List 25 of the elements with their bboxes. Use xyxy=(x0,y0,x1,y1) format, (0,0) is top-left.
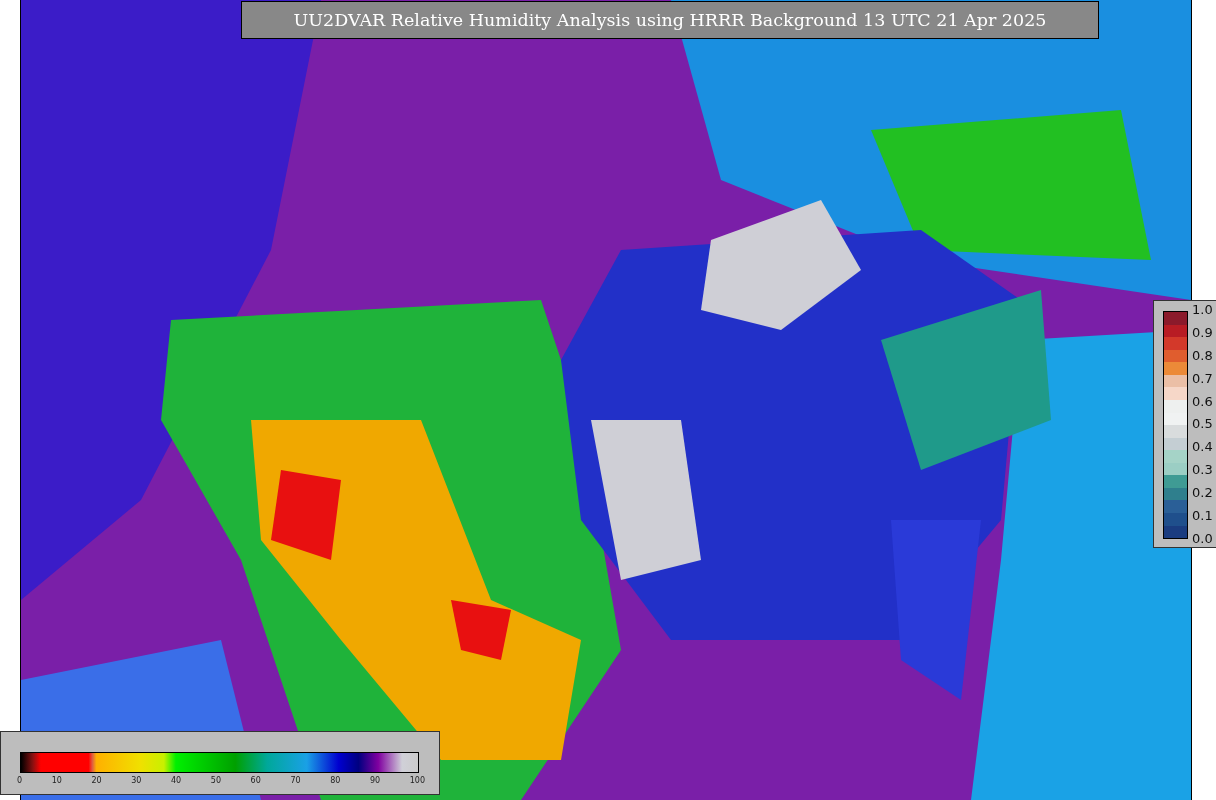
colorbar-icon xyxy=(20,752,419,773)
colorbar-icon xyxy=(1163,311,1188,539)
colorbar-label: 0 xyxy=(17,776,23,785)
colorbar-label: 0.7 xyxy=(1192,370,1213,387)
colorbar-label: 1.0 xyxy=(1192,302,1213,318)
colorbar-label: 50 xyxy=(210,776,221,785)
colorbar-label: 0.2 xyxy=(1192,485,1213,502)
colorbar-label: 0.6 xyxy=(1192,393,1213,410)
colorbar-label: 0.1 xyxy=(1192,508,1213,524)
colorbar-label: 0.8 xyxy=(1192,347,1213,364)
colorbar-label: 70 xyxy=(290,776,301,785)
map-title: UU2DVAR Relative Humidity Analysis using HRRR Background 13 UTC 21 Apr 2025 xyxy=(241,1,1099,39)
colorbar-label: 0.9 xyxy=(1192,324,1213,341)
colorbar-label: 0.5 xyxy=(1192,416,1213,433)
colorbar-label: 0.3 xyxy=(1192,462,1213,479)
colorbar-label: 60 xyxy=(250,776,261,785)
colorbar-label: 40 xyxy=(171,776,182,785)
colorbar-label: 100 xyxy=(409,776,425,785)
colorbar-label: 80 xyxy=(330,776,341,785)
colorbar-label: 0.0 xyxy=(1192,530,1213,547)
colorbar-label: 30 xyxy=(131,776,142,785)
colorbar-label: 0.4 xyxy=(1192,439,1213,456)
colorbar-label: 10 xyxy=(51,776,62,785)
colorbar-label: 90 xyxy=(369,776,381,785)
colorbar-label: 20 xyxy=(91,776,102,785)
